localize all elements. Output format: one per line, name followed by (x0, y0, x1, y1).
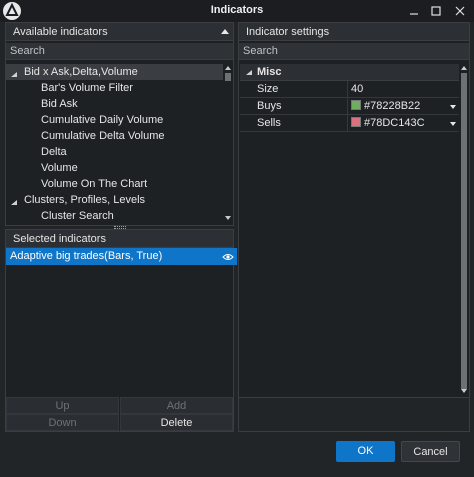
available-search-input[interactable]: Search (6, 43, 233, 60)
selected-indicator-label: Adaptive big trades(Bars, True) (10, 250, 163, 262)
selected-indicators-title: Selected indicators (13, 233, 106, 245)
category-label: Misc (257, 66, 282, 78)
tree-item[interactable]: Cumulative Daily Volume (41, 112, 163, 128)
available-indicators-header: Available indicators (6, 23, 233, 41)
dropdown-arrow-icon[interactable] (450, 122, 456, 126)
settings-search-input[interactable]: Search (239, 43, 469, 60)
minimize-icon[interactable] (404, 2, 424, 20)
size-field[interactable]: 40 (347, 81, 461, 98)
tree-item[interactable]: Delta (41, 144, 67, 160)
dropdown-arrow-icon[interactable] (450, 105, 456, 109)
expanded-icon[interactable] (10, 196, 18, 205)
indicator-settings-title: Indicator settings (246, 26, 330, 38)
tree-item[interactable]: Bid Ask (41, 96, 78, 112)
property-buys[interactable]: Buys #78228B22 (240, 98, 461, 115)
scroll-up-icon[interactable] (225, 66, 231, 70)
color-swatch-icon (351, 117, 361, 127)
property-value: #78228B22 (364, 100, 421, 112)
available-scrollbar[interactable] (223, 63, 233, 225)
expanded-icon[interactable] (10, 68, 18, 77)
window-title: Indicators (210, 4, 264, 16)
indicator-settings-panel: Indicator settings Search Misc Size 40 B… (238, 22, 470, 432)
close-icon[interactable] (450, 2, 470, 20)
tree-group-label: Clusters, Profiles, Levels (24, 194, 146, 206)
property-size[interactable]: Size 40 (240, 81, 461, 98)
category-misc[interactable]: Misc (240, 64, 461, 81)
settings-scrollbar[interactable] (459, 63, 469, 397)
available-indicators-panel: Available indicators Search Bid x Ask,De… (5, 22, 234, 226)
tree-item[interactable]: Volume (41, 160, 78, 176)
add-button[interactable]: Add (120, 397, 233, 414)
buys-color-picker[interactable]: #78228B22 (347, 98, 461, 115)
tree-item[interactable]: Bar's Volume Filter (41, 80, 133, 96)
property-value: #78DC143C (364, 117, 425, 129)
property-name: Buys (257, 100, 282, 112)
collapse-triangle-icon[interactable] (221, 29, 229, 34)
tree-item[interactable]: Volume On The Chart (41, 176, 147, 192)
tree-item[interactable]: Cumulative Delta Volume (41, 128, 165, 144)
scroll-thumb[interactable] (225, 73, 231, 81)
scroll-up-icon[interactable] (461, 66, 467, 70)
tree-group-label: Bid x Ask,Delta,Volume (24, 66, 138, 78)
available-indicators-title: Available indicators (13, 26, 108, 38)
property-name: Sells (257, 117, 281, 129)
scroll-down-icon[interactable] (225, 216, 231, 220)
sells-color-picker[interactable]: #78DC143C (347, 115, 461, 132)
delete-button[interactable]: Delete (120, 414, 233, 431)
settings-description-area (239, 397, 469, 431)
cancel-button[interactable]: Cancel (401, 441, 460, 462)
tree-group-clusters[interactable]: Clusters, Profiles, Levels (6, 192, 223, 208)
tree-item[interactable]: Cluster Search (41, 208, 114, 224)
selected-indicators-header: Selected indicators (6, 230, 233, 248)
ok-button[interactable]: OK (336, 441, 395, 462)
maximize-icon[interactable] (426, 2, 446, 20)
tree-group-bid-ask[interactable]: Bid x Ask,Delta,Volume (6, 64, 223, 80)
eye-icon[interactable] (222, 251, 234, 268)
up-button[interactable]: Up (6, 397, 119, 414)
selected-indicator-item[interactable]: Adaptive big trades(Bars, True) (6, 248, 237, 265)
scroll-thumb[interactable] (461, 73, 467, 389)
property-sells[interactable]: Sells #78DC143C (240, 115, 461, 132)
scroll-down-icon[interactable] (461, 389, 467, 393)
title-bar: Indicators (0, 0, 474, 22)
collapse-category-icon[interactable] (245, 68, 253, 80)
color-swatch-icon (351, 100, 361, 110)
property-name: Size (257, 83, 279, 95)
property-value: 40 (351, 83, 364, 95)
indicator-settings-header: Indicator settings (239, 23, 469, 41)
down-button[interactable]: Down (6, 414, 119, 431)
